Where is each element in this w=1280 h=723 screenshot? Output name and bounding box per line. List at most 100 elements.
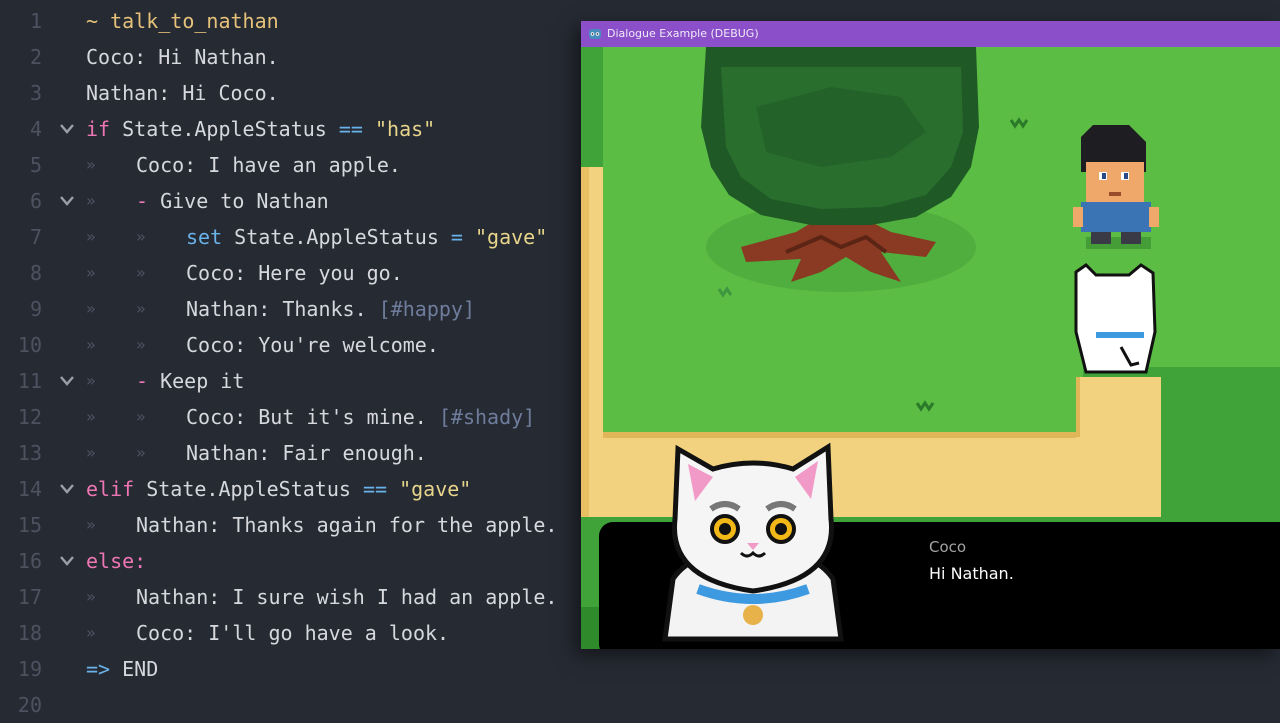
code-text: Coco: I have an apple. (136, 147, 401, 183)
line-number: 10 (17, 333, 42, 357)
code-token: Keep it (148, 369, 245, 393)
code-text: - Keep it (136, 363, 244, 399)
code-text: Nathan: Fair enough. (186, 435, 427, 471)
line-number: 16 (17, 549, 42, 573)
indent-marker-icon: » (136, 443, 146, 462)
code-text: Nathan: Thanks again for the apple. (136, 507, 557, 543)
code-line[interactable]: 4 if State.AppleStatus == "has" (0, 111, 600, 147)
code-text: => END (86, 651, 158, 687)
window-titlebar[interactable]: Dialogue Example (DEBUG) (581, 21, 1280, 47)
code-text: Nathan: Hi Coco. (86, 75, 279, 111)
code-token: Give to Nathan (148, 189, 329, 213)
code-line[interactable]: 17 » Nathan: I sure wish I had an apple. (0, 579, 600, 615)
code-text: set State.AppleStatus = "gave" (186, 219, 547, 255)
code-token: END (110, 657, 159, 681)
fold-chevron-icon[interactable] (60, 471, 76, 507)
code-line[interactable]: 12 » » Coco: But it's mine. [#shady] (0, 399, 600, 435)
line-number: 20 (17, 693, 42, 717)
code-token: State.AppleStatus (222, 225, 451, 249)
code-token: == (338, 117, 363, 141)
fold-chevron-icon[interactable] (60, 543, 76, 579)
line-number: 3 (29, 81, 42, 105)
code-token: [#shady] (438, 405, 536, 429)
code-line[interactable]: 5 » Coco: I have an apple. (0, 147, 600, 183)
fold-chevron-icon[interactable] (60, 111, 76, 147)
line-number: 2 (29, 45, 42, 69)
code-line[interactable]: 7 » » set State.AppleStatus = "gave" (0, 219, 600, 255)
line-number: 8 (29, 261, 42, 285)
code-token: [#happy] (378, 297, 475, 321)
indent-marker-icon: » (86, 371, 96, 390)
line-number: 12 (17, 405, 42, 429)
code-token: State.AppleStatus (110, 117, 339, 141)
godot-icon (589, 29, 601, 39)
indent-marker-icon: » (136, 299, 146, 318)
line-number: 18 (17, 621, 42, 645)
indent-marker-icon: » (136, 263, 146, 282)
code-line[interactable]: 18 » Coco: I'll go have a look. (0, 615, 600, 651)
code-token: ~ talk_to_nathan (86, 9, 279, 33)
code-token: Coco: You're welcome. (186, 333, 439, 357)
code-token: Coco: But it's mine. (186, 405, 439, 429)
code-line[interactable]: 20 (0, 687, 600, 723)
code-line[interactable]: 6 » - Give to Nathan (0, 183, 600, 219)
code-line[interactable]: 8 » » Coco: Here you go. (0, 255, 600, 291)
code-text: Nathan: I sure wish I had an apple. (136, 579, 557, 615)
code-line[interactable]: 14 elif State.AppleStatus == "gave" (0, 471, 600, 507)
code-token: Coco: Here you go. (186, 261, 403, 285)
indent-marker-icon: » (86, 299, 96, 318)
code-token: Nathan: Thanks again for the apple. (136, 513, 558, 537)
code-text: Coco: You're welcome. (186, 327, 439, 363)
code-token: State.AppleStatus (134, 477, 363, 501)
game-window[interactable]: Dialogue Example (DEBUG) Coco Hi Nathan. (581, 21, 1280, 649)
code-token: => (86, 657, 111, 681)
indent-marker-icon: » (86, 335, 96, 354)
code-line[interactable]: 13 » » Nathan: Fair enough. (0, 435, 600, 471)
code-token: - (136, 189, 149, 213)
line-number: 4 (29, 117, 42, 141)
line-number: 9 (29, 297, 42, 321)
code-line[interactable]: 2 Coco: Hi Nathan. (0, 39, 600, 75)
code-token: else: (86, 549, 147, 573)
line-number: 14 (17, 477, 42, 501)
code-line[interactable]: 3 Nathan: Hi Coco. (0, 75, 600, 111)
window-title: Dialogue Example (DEBUG) (607, 27, 759, 40)
indent-marker-icon: » (86, 407, 96, 426)
code-line[interactable]: 9 » » Nathan: Thanks. [#happy] (0, 291, 600, 327)
code-text: - Give to Nathan (136, 183, 329, 219)
indent-marker-icon: » (86, 443, 96, 462)
indent-marker-icon: » (136, 227, 146, 246)
code-token: "gave" (399, 477, 472, 501)
code-text: else: (86, 543, 146, 579)
code-token: Nathan: Fair enough. (186, 441, 427, 465)
code-line[interactable]: 19 => END (0, 651, 600, 687)
code-line[interactable]: 10 » » Coco: You're welcome. (0, 327, 600, 363)
code-token: = (450, 225, 463, 249)
code-token: == (362, 477, 388, 501)
code-line[interactable]: 11 » - Keep it (0, 363, 600, 399)
code-text: Coco: Here you go. (186, 255, 403, 291)
code-token: elif (86, 477, 135, 501)
line-number: 5 (29, 153, 42, 177)
coco-portrait (662, 442, 844, 642)
line-number: 17 (17, 585, 42, 609)
line-number: 1 (29, 9, 42, 33)
code-token: Coco: I'll go have a look. (136, 621, 450, 645)
dialogue-speaker: Coco (929, 538, 967, 556)
code-line[interactable]: 1 ~ talk_to_nathan (0, 3, 600, 39)
fold-chevron-icon[interactable] (60, 183, 76, 219)
indent-marker-icon: » (86, 191, 96, 210)
code-token: "gave" (475, 225, 548, 249)
dialogue-text: Hi Nathan. (929, 564, 1014, 583)
code-line[interactable]: 16 else: (0, 543, 600, 579)
line-number: 15 (17, 513, 42, 537)
code-token: - (136, 369, 149, 393)
code-token: set (186, 225, 223, 249)
code-token: Coco: Hi Nathan. (86, 45, 279, 69)
code-token: Nathan: Hi Coco. (86, 81, 279, 105)
fold-chevron-icon[interactable] (60, 363, 76, 399)
indent-marker-icon: » (86, 623, 96, 642)
indent-marker-icon: » (136, 407, 146, 426)
code-line[interactable]: 15 » Nathan: Thanks again for the apple. (0, 507, 600, 543)
